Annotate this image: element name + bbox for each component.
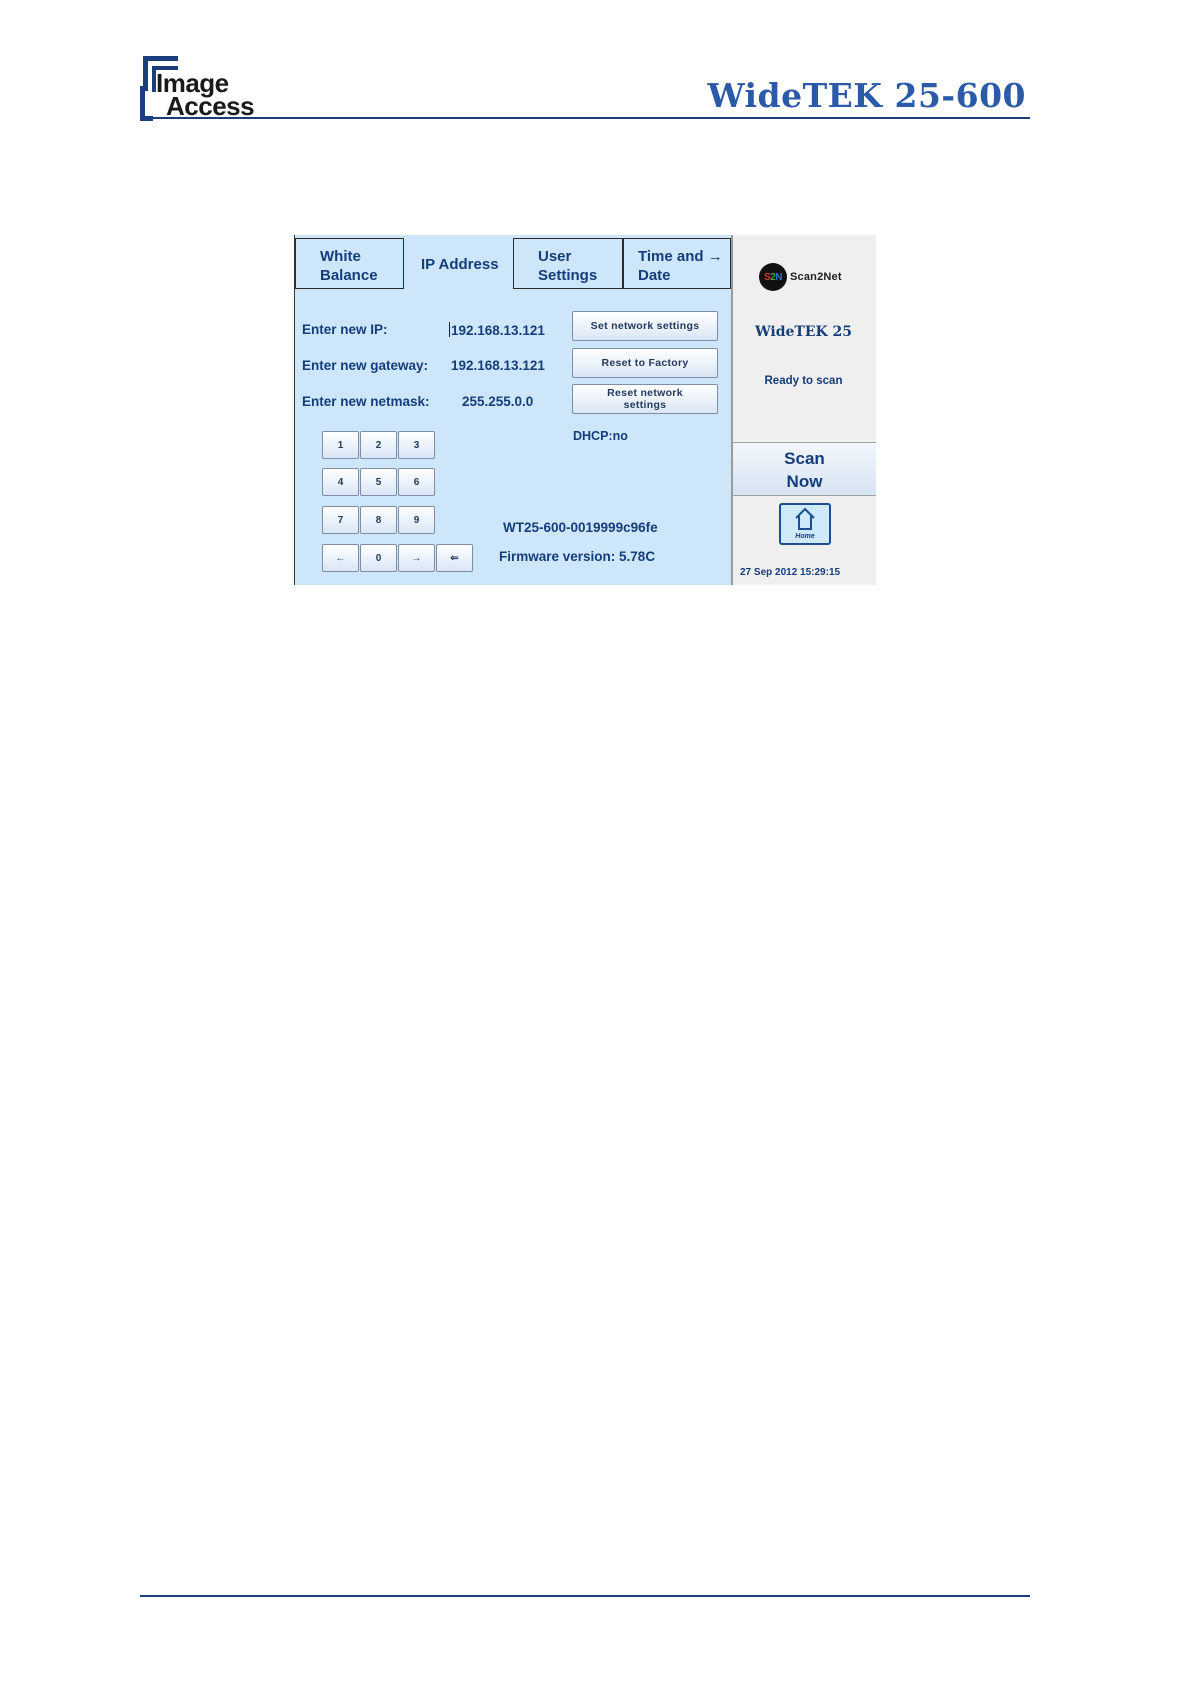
ip-value: 192.168.13.121 [451,323,545,338]
gateway-input[interactable]: 192.168.13.121 [451,358,545,373]
date-time: 27 Sep 2012 15:29:15 [740,567,841,578]
scan-now-button[interactable]: Scan Now [733,442,876,496]
keypad-4[interactable]: 4 [322,468,359,496]
tab-ip-address[interactable]: IP Address [404,238,513,289]
keypad-0[interactable]: 0 [360,544,397,572]
tab-label: Time and → [638,248,723,265]
dhcp-status: DHCP:no [573,429,628,443]
scan2net-badge-icon: S2N [759,263,787,291]
reset-network-settings-button[interactable]: Reset network settings [572,384,718,414]
ip-label: Enter new IP: [302,322,388,337]
button-label: Now [786,472,823,491]
tab-label: Balance [320,267,378,284]
keypad-1[interactable]: 1 [322,431,359,459]
home-button[interactable]: Home [779,503,831,545]
keypad-right-arrow[interactable]: → [398,544,435,572]
header-rule [140,117,1030,119]
keypad-left-arrow[interactable]: ← [322,544,359,572]
button-label: settings [623,399,667,411]
keypad-backspace[interactable]: ⇐ [436,544,473,572]
scan2net-text: Scan2Net [790,271,842,283]
keypad-6[interactable]: 6 [398,468,435,496]
device-model: WideTEK 25 [754,324,853,340]
status-side-panel: S2N Scan2Net WideTEK 25 Ready to scan Sc… [731,235,876,585]
tab-label: Settings [538,267,598,284]
tab-time-and-date[interactable]: Time and → Date [623,238,731,289]
ip-input[interactable]: 192.168.13.121 [449,322,545,338]
reset-to-factory-button[interactable]: Reset to Factory [572,348,718,378]
house-icon [795,507,815,530]
home-label: Home [795,533,815,540]
image-access-logo: Image Access [140,56,255,121]
button-label: Reset network [607,387,683,399]
gateway-label: Enter new gateway: [302,358,429,373]
main-panel: White Balance IP Address User Settings T… [295,235,731,585]
device-screen: White Balance IP Address User Settings T… [294,235,876,585]
document-header: Image Access WideTEK 25-600 [140,56,1030,121]
product-title: WideTEK 25-600 [707,76,1026,115]
keypad-8[interactable]: 8 [360,506,397,534]
scan2net-logo: S2N Scan2Net [759,263,842,291]
tab-label: White [320,248,361,265]
netmask-label: Enter new netmask: [302,394,430,409]
keypad-5[interactable]: 5 [360,468,397,496]
tab-white-balance[interactable]: White Balance [295,238,404,289]
tab-label: IP Address [421,256,499,273]
keypad-7[interactable]: 7 [322,506,359,534]
keypad-3[interactable]: 3 [398,431,435,459]
button-label: Scan [784,449,825,468]
logo-word-access: Access [166,91,255,121]
device-serial: WT25-600-0019999c96fe [503,520,658,535]
keypad-2[interactable]: 2 [360,431,397,459]
firmware-version: Firmware version: 5.78C [499,549,656,564]
text-caret [449,322,450,337]
footer-rule [140,1595,1030,1597]
tab-user-settings[interactable]: User Settings [513,238,623,289]
netmask-input[interactable]: 255.255.0.0 [462,394,533,409]
keypad-9[interactable]: 9 [398,506,435,534]
set-network-settings-button[interactable]: Set network settings [572,311,718,341]
scanner-status: Ready to scan [764,375,843,387]
tab-label: Date [638,267,671,284]
tab-label: User [538,248,572,265]
